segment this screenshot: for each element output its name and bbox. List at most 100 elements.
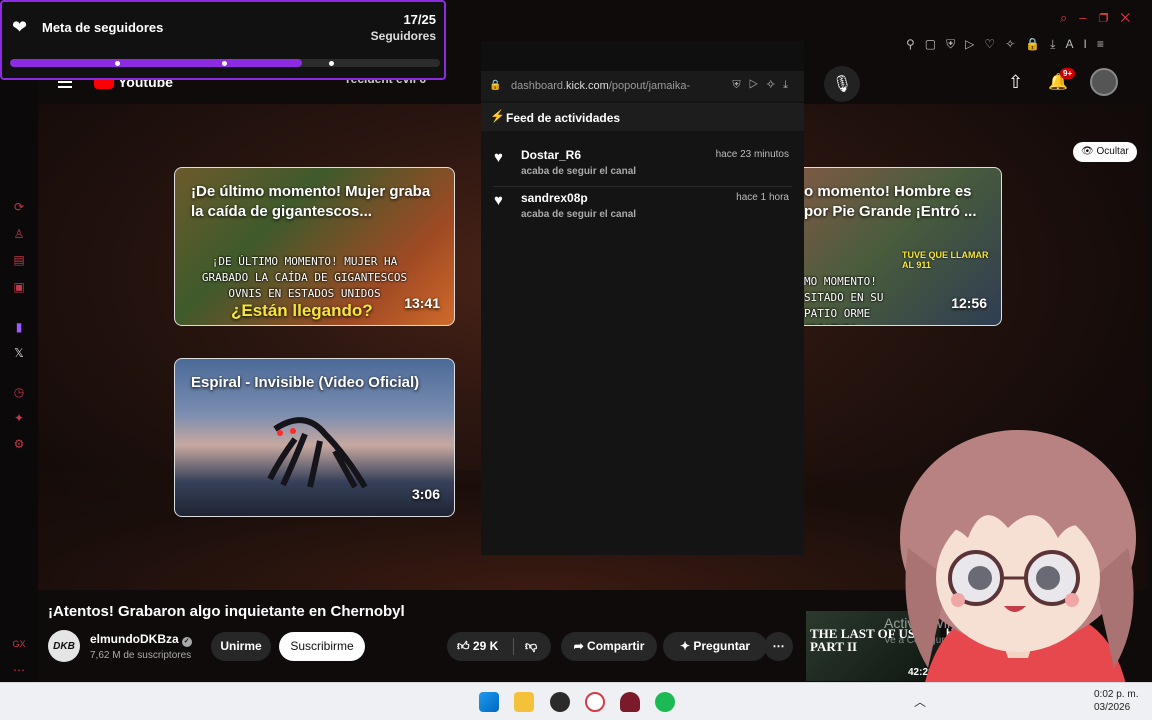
url-prefix: dashboard. (511, 80, 567, 92)
channel-name-text: elmundoDKBza (90, 632, 179, 646)
follower-goal-overlay: ❤ Meta de seguidores 17/25 Seguidores (0, 0, 446, 80)
obs-icon[interactable] (550, 692, 570, 712)
card-title: ¡De último momento! Mujer graba la caída… (191, 183, 431, 220)
feed-time: hace 23 minutos (715, 149, 789, 160)
clock-time: 0:02 p. m. (1094, 689, 1139, 700)
desktop: ⟳ ♙ ▤ ▣ ▮ 𝕏 ◷ ✦ ⚙ GX ⋯ Youtube recident … (0, 0, 1152, 720)
pinboard-icon[interactable]: ▤ (12, 253, 26, 267)
app-icon[interactable] (620, 692, 640, 712)
feed-title: Feed de actividades (506, 111, 621, 125)
ask-button[interactable]: ✦ Preguntar (663, 632, 767, 661)
lock-icon[interactable]: 🔒 (489, 80, 501, 91)
goal-milestone (222, 61, 227, 66)
video-card[interactable]: Espiral - Invisible (Video Oficial) 3:06 (174, 358, 455, 517)
snapshot-icon[interactable]: ▢ (925, 37, 946, 51)
subscriber-count: 7,62 M de suscriptores (90, 650, 192, 661)
creature-illustration (267, 417, 368, 489)
hide-button[interactable]: 👁 Ocultar (1073, 142, 1137, 162)
account-avatar[interactable] (1090, 68, 1118, 96)
goal-title: Meta de seguidores (42, 20, 164, 35)
spotify-icon[interactable] (655, 692, 675, 712)
lock-icon[interactable]: 🔒 (1025, 37, 1050, 51)
activity-feed-popout: 🔒 dashboard.kick.com/popout/jamaika- ⛨▷✧… (481, 41, 804, 555)
subscribe-button[interactable]: Suscribirme (279, 632, 365, 661)
feed-action: acaba de seguir el canal (521, 209, 637, 220)
video-card[interactable]: o momento! Hombre es por Pie Grande ¡Ent… (804, 167, 1002, 326)
video-title: ¡Atentos! Grabaron algo inquietante en C… (48, 603, 405, 620)
taskbar: ︿ 0:02 p. m. 03/2026 (0, 682, 1152, 720)
share-label: Compartir (587, 639, 645, 653)
browser-sidebar: ⟳ ♙ ▤ ▣ ▮ 𝕏 ◷ ✦ ⚙ GX ⋯ (0, 0, 38, 682)
x-twitter-icon[interactable]: 𝕏 (12, 346, 26, 360)
feed-item[interactable]: ♥ Dostar_R6 hace 23 minutos acaba de seg… (481, 145, 804, 187)
opera-gx-icon[interactable] (585, 692, 605, 712)
adblock-icon[interactable]: ⛨ (732, 79, 748, 91)
twitch-icon[interactable]: ▮ (12, 320, 26, 334)
extensions-icon[interactable]: ✧ (1005, 37, 1025, 51)
extensions-icon[interactable]: ✦ (12, 411, 26, 425)
window-controls: ⌕–❐✕ (1060, 10, 1142, 26)
gx-icon[interactable]: ▣ (12, 280, 26, 294)
video-card[interactable]: ¡De último momento! Mujer graba la caída… (174, 167, 455, 326)
gx-logo-icon[interactable]: GX (12, 637, 26, 651)
clock-icon[interactable]: ◷ (12, 385, 26, 399)
popout-address-bar: 🔒 dashboard.kick.com/popout/jamaika- ⛨▷✧… (481, 71, 804, 101)
adblock-icon[interactable]: ⛨ (946, 37, 965, 51)
download-icon[interactable]: ⤓ (783, 79, 796, 91)
verified-icon: ✓ (181, 637, 192, 647)
notifications-badge: 9+ (1060, 68, 1076, 79)
goal-milestone (115, 61, 120, 66)
ask-label: Preguntar (693, 639, 751, 653)
download-icon[interactable]: ⤓ (1050, 37, 1065, 51)
file-explorer-icon[interactable] (514, 692, 534, 712)
join-button[interactable]: Unirme (211, 632, 271, 661)
microphone-icon[interactable]: 🎙 (824, 66, 860, 102)
minimize-icon[interactable]: – (1079, 10, 1098, 25)
goal-count: 17/25 (403, 12, 436, 27)
close-icon[interactable]: ✕ (1120, 10, 1142, 25)
like-button[interactable]: 👍︎ 29 K (457, 632, 498, 661)
channel-name[interactable]: elmundoDKBza ✓ (90, 632, 192, 647)
menu-icon[interactable]: ≡ (1097, 37, 1114, 51)
upload-icon[interactable]: ⇧ (1008, 72, 1023, 93)
goal-milestone (329, 61, 334, 66)
more-icon[interactable]: ⋯ (12, 663, 26, 677)
divider (513, 638, 514, 655)
feed-username[interactable]: sandrex08p (521, 191, 588, 205)
feed-username[interactable]: Dostar_R6 (521, 148, 581, 162)
popout-titlebar[interactable] (481, 41, 804, 71)
bolt-icon: ⚡ (490, 109, 505, 123)
search-icon[interactable]: ⌕ (1060, 10, 1079, 25)
aria-icon[interactable]: ♙ (12, 227, 26, 241)
windows-start-icon[interactable] (479, 692, 499, 712)
settings-icon[interactable]: ⚙ (12, 437, 26, 451)
popout-toolbar-icons: ⛨▷✧⤓ (732, 79, 796, 92)
share-icon: ➦ (573, 639, 584, 653)
play-icon[interactable]: ▷ (965, 37, 984, 51)
clock[interactable]: 0:02 p. m. 03/2026 (1094, 688, 1138, 714)
channel-avatar[interactable]: DKB (48, 630, 80, 662)
ai-icon[interactable]: AI (1065, 37, 1096, 51)
dislike-button[interactable]: 👎︎ (525, 632, 537, 661)
heart-icon: ♥ (494, 192, 503, 209)
extensions-icon[interactable]: ✧ (766, 79, 783, 91)
card-title: o momento! Hombre es por Pie Grande ¡Ent… (804, 183, 977, 220)
share-button[interactable]: ➦ Compartir (561, 632, 657, 661)
feed-action: acaba de seguir el canal (521, 166, 637, 177)
chevron-up-icon[interactable]: ︿ (914, 693, 926, 710)
heart-icon: ❤ (12, 17, 28, 37)
restore-icon[interactable]: ❐ (1099, 10, 1121, 25)
goal-label: Seguidores (370, 29, 436, 43)
thumbs-up-icon: 👍︎ (457, 639, 470, 653)
history-icon[interactable]: ⟳ (12, 200, 26, 214)
browser-toolbar-icons: ⚲▢⛨▷♡✧🔒⤓AI≡ (906, 37, 1114, 52)
popout-url[interactable]: dashboard.kick.com/popout/jamaika- (511, 80, 697, 92)
play-icon[interactable]: ▷ (749, 79, 767, 91)
heart-icon[interactable]: ♡ (984, 37, 1005, 51)
more-actions-button[interactable]: ⋯ (764, 632, 793, 661)
card-title: Espiral - Invisible (Video Oficial) (191, 374, 420, 391)
card-caption: ¡DE ÚLTIMO MOMENTO! MUJER HA GRABADO LA … (201, 255, 408, 300)
like-count: 29 K (472, 639, 499, 653)
feed-item[interactable]: ♥ sandrex08p hace 1 hora acaba de seguir… (481, 188, 804, 230)
pin-icon[interactable]: ⚲ (906, 37, 925, 51)
